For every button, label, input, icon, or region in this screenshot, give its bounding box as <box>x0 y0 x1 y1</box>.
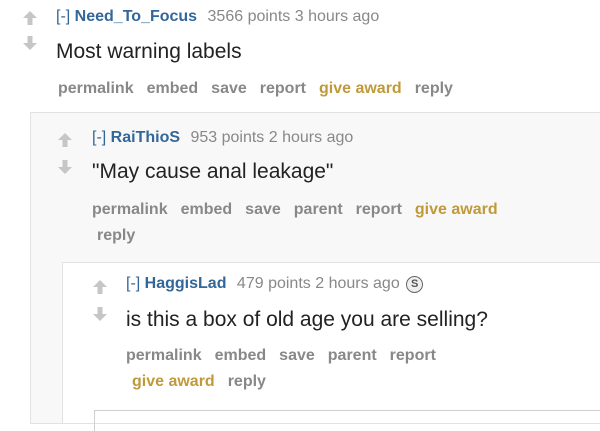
save-button[interactable]: save <box>245 201 281 218</box>
comment-time: 2 hours ago <box>268 129 354 146</box>
comment-time: 2 hours ago <box>315 275 400 292</box>
embed-button[interactable]: embed <box>147 80 199 97</box>
downvote-arrow-icon[interactable] <box>22 35 38 51</box>
upvote-arrow-icon[interactable] <box>57 132 73 148</box>
give-award-button[interactable]: give award <box>319 80 402 97</box>
permalink-button[interactable]: permalink <box>58 80 134 97</box>
comment-score: 953 points <box>190 129 265 146</box>
comment-buttons-wrap: give award reply <box>132 373 279 391</box>
report-button[interactable]: report <box>356 201 402 218</box>
reply-textarea-edge[interactable] <box>94 410 600 431</box>
vote-arrows <box>57 132 73 176</box>
collapse-toggle[interactable]: [-] <box>56 8 70 25</box>
permalink-button[interactable]: permalink <box>126 347 202 364</box>
comment-raithios: [-] RaiThioS 953 points 2 hours ago "May… <box>30 112 600 252</box>
collapse-toggle[interactable]: [-] <box>92 129 106 146</box>
comment-score: 479 points <box>236 275 311 292</box>
permalink-button[interactable]: permalink <box>92 201 168 218</box>
upvote-arrow-icon[interactable] <box>92 279 108 295</box>
comment-need-to-focus: [-] Need_To_Focus 3566 points 3 hours ag… <box>0 0 600 110</box>
silver-award-icon[interactable]: S <box>406 276 424 293</box>
comment-body: is this a box of old age you are selling… <box>126 308 488 331</box>
save-button[interactable]: save <box>279 347 315 364</box>
comment-score: 3566 points <box>207 8 291 25</box>
upvote-arrow-icon[interactable] <box>22 10 38 26</box>
comment-haggislad: [-] HaggisLad 479 points 2 hours ago S i… <box>62 262 600 431</box>
give-award-button[interactable]: give award <box>415 201 498 218</box>
vote-arrows <box>92 279 108 323</box>
comment-author[interactable]: HaggisLad <box>145 275 227 292</box>
comment-buttons: permalink embed save parent report <box>126 347 449 365</box>
parent-button[interactable]: parent <box>328 347 377 364</box>
save-button[interactable]: save <box>211 80 247 97</box>
comment-buttons: permalink embed save parent report give award <box>92 201 511 219</box>
report-button[interactable]: report <box>390 347 436 364</box>
reply-button[interactable]: reply <box>228 373 266 390</box>
comment-author[interactable]: Need_To_Focus <box>75 8 197 25</box>
embed-button[interactable]: embed <box>181 201 233 218</box>
comment-buttons: permalink embed save report give award reply <box>58 80 466 98</box>
reply-button[interactable]: reply <box>97 227 135 244</box>
downvote-arrow-icon[interactable] <box>92 306 108 322</box>
embed-button[interactable]: embed <box>215 347 267 364</box>
parent-button[interactable]: parent <box>294 201 343 218</box>
reply-button[interactable]: reply <box>415 80 453 97</box>
comment-buttons-wrap: reply <box>97 227 148 245</box>
comment-time: 3 hours ago <box>294 8 380 25</box>
report-button[interactable]: report <box>260 80 306 97</box>
comment-author[interactable]: RaiThioS <box>111 129 180 146</box>
comment-tagline: [-] RaiThioS 953 points 2 hours ago <box>92 129 353 147</box>
comment-tagline: [-] Need_To_Focus 3566 points 3 hours ag… <box>56 8 379 26</box>
comment-body: Most warning labels <box>56 40 242 63</box>
comment-tagline: [-] HaggisLad 479 points 2 hours ago S <box>126 275 424 293</box>
comment-body: "May cause anal leakage" <box>92 160 334 183</box>
collapse-toggle[interactable]: [-] <box>126 275 140 292</box>
give-award-button[interactable]: give award <box>132 373 215 390</box>
vote-arrows <box>22 10 38 54</box>
downvote-arrow-icon[interactable] <box>57 159 73 175</box>
